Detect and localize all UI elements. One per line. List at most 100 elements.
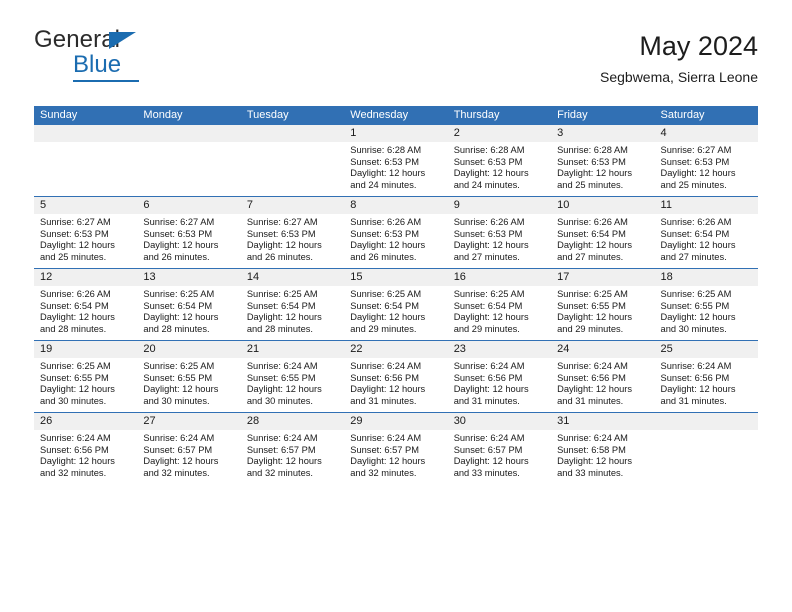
page-subtitle: Segbwema, Sierra Leone [600, 69, 758, 85]
day-cell[interactable]: 14 Sunrise: 6:25 AM Sunset: 6:54 PM Dayligh… [240, 269, 345, 340]
day-detail-line: and 32 minutes. [246, 467, 313, 478]
day-cell[interactable]: 31 Sunrise: 6:24 AM Sunset: 6:58 PM Dayligh… [551, 413, 655, 484]
day-detail-line: Sunset: 6:56 PM [453, 372, 523, 383]
day-detail-line: and 27 minutes. [557, 251, 624, 262]
day-detail-line: Sunrise: 6:26 AM [350, 217, 422, 227]
day-cell[interactable]: 27 Sunrise: 6:24 AM Sunset: 6:57 PM Dayligh… [137, 413, 241, 484]
day-number: 30 [447, 413, 552, 430]
day-number: 4 [654, 125, 758, 142]
day-details: Sunrise: 6:25 AM Sunset: 6:54 PM Daylight:… [137, 286, 240, 339]
day-cell[interactable]: 11 Sunrise: 6:26 AM Sunset: 6:54 PM Dayligh… [654, 197, 758, 268]
day-detail-line: Sunrise: 6:25 AM [453, 289, 525, 299]
day-cell[interactable]: 29 Sunrise: 6:24 AM Sunset: 6:57 PM Dayligh… [344, 413, 448, 484]
day-detail-line: Sunrise: 6:26 AM [453, 217, 525, 227]
day-detail-line: Sunrise: 6:26 AM [40, 289, 111, 299]
day-detail-line: Sunset: 6:54 PM [40, 300, 109, 311]
day-cell-empty [654, 413, 758, 484]
day-detail-line: Daylight: 12 hours [453, 240, 529, 251]
day-detail-line: and 27 minutes. [660, 251, 727, 262]
day-details: Sunrise: 6:25 AM Sunset: 6:54 PM Daylight:… [448, 286, 551, 339]
day-cell[interactable]: 1 Sunrise: 6:28 AM Sunset: 6:53 PM Daylight… [344, 125, 448, 196]
day-cell[interactable]: 20 Sunrise: 6:25 AM Sunset: 6:55 PM Dayligh… [137, 341, 241, 412]
calendar-week-row: 1 Sunrise: 6:28 AM Sunset: 6:53 PM Daylight… [34, 125, 758, 196]
day-detail-line: Sunrise: 6:28 AM [453, 145, 525, 155]
day-detail-line: Sunrise: 6:26 AM [660, 217, 732, 227]
day-number: 22 [344, 341, 448, 358]
day-cell[interactable]: 23 Sunrise: 6:24 AM Sunset: 6:56 PM Dayligh… [447, 341, 552, 412]
day-detail-line: Daylight: 12 hours [40, 384, 115, 395]
day-detail-line: Daylight: 12 hours [246, 312, 322, 323]
day-detail-line: Sunrise: 6:25 AM [143, 289, 215, 299]
day-number: 24 [551, 341, 655, 358]
day-detail-line: Sunset: 6:54 PM [246, 300, 316, 311]
weekday-header-friday: Friday [557, 109, 588, 121]
day-detail-line: Daylight: 12 hours [143, 240, 219, 251]
day-details: Sunrise: 6:24 AM Sunset: 6:57 PM Daylight:… [241, 430, 344, 483]
day-cell[interactable]: 15 Sunrise: 6:25 AM Sunset: 6:54 PM Dayligh… [344, 269, 448, 340]
day-cell[interactable]: 22 Sunrise: 6:24 AM Sunset: 6:56 PM Dayligh… [344, 341, 448, 412]
day-details: Sunrise: 6:24 AM Sunset: 6:56 PM Daylight:… [655, 358, 758, 411]
day-cell[interactable]: 2 Sunrise: 6:28 AM Sunset: 6:53 PM Daylight… [447, 125, 552, 196]
day-detail-line: Sunrise: 6:25 AM [350, 289, 422, 299]
day-number: 27 [137, 413, 241, 430]
day-cell[interactable]: 26 Sunrise: 6:24 AM Sunset: 6:56 PM Dayligh… [34, 413, 138, 484]
day-details: Sunrise: 6:28 AM Sunset: 6:53 PM Daylight:… [344, 142, 447, 195]
day-cell[interactable]: 6 Sunrise: 6:27 AM Sunset: 6:53 PM Daylight… [137, 197, 241, 268]
day-number: 18 [654, 269, 758, 286]
day-number: 16 [447, 269, 552, 286]
day-cell[interactable]: 5 Sunrise: 6:27 AM Sunset: 6:53 PM Daylight… [34, 197, 138, 268]
day-detail-line: and 32 minutes. [350, 467, 417, 478]
calendar-weeks: 1 Sunrise: 6:28 AM Sunset: 6:53 PM Daylight… [34, 125, 758, 484]
day-cell-empty [240, 125, 345, 196]
day-detail-line: Daylight: 12 hours [40, 312, 115, 323]
day-cell[interactable]: 17 Sunrise: 6:25 AM Sunset: 6:55 PM Dayligh… [551, 269, 655, 340]
day-number: 5 [34, 197, 138, 214]
day-number: 9 [447, 197, 552, 214]
calendar-week-row: 12 Sunrise: 6:26 AM Sunset: 6:54 PM Dayligh… [34, 268, 758, 340]
day-cell[interactable]: 30 Sunrise: 6:24 AM Sunset: 6:57 PM Dayligh… [447, 413, 552, 484]
day-number: 3 [551, 125, 655, 142]
day-detail-line: Sunset: 6:54 PM [143, 300, 213, 311]
day-detail-line: Sunrise: 6:24 AM [557, 433, 628, 443]
day-cell[interactable]: 8 Sunrise: 6:26 AM Sunset: 6:53 PM Daylight… [344, 197, 448, 268]
day-detail-line: Daylight: 12 hours [660, 240, 736, 251]
day-detail-line: Sunrise: 6:25 AM [40, 361, 111, 371]
calendar-grid: Sunday Monday Tuesday Wednesday Thursday Frid… [34, 106, 758, 484]
day-detail-line: and 30 minutes. [143, 395, 210, 406]
day-cell[interactable]: 25 Sunrise: 6:24 AM Sunset: 6:56 PM Dayligh… [654, 341, 758, 412]
day-number [240, 125, 345, 142]
day-cell[interactable]: 7 Sunrise: 6:27 AM Sunset: 6:53 PM Daylight… [240, 197, 345, 268]
day-cell[interactable]: 18 Sunrise: 6:25 AM Sunset: 6:55 PM Dayligh… [654, 269, 758, 340]
day-detail-line: and 31 minutes. [453, 395, 520, 406]
day-cell[interactable]: 4 Sunrise: 6:27 AM Sunset: 6:53 PM Daylight… [654, 125, 758, 196]
day-detail-line: and 33 minutes. [557, 467, 624, 478]
day-cell[interactable]: 28 Sunrise: 6:24 AM Sunset: 6:57 PM Dayligh… [240, 413, 345, 484]
day-details: Sunrise: 6:24 AM Sunset: 6:57 PM Daylight:… [137, 430, 240, 483]
day-cell[interactable]: 16 Sunrise: 6:25 AM Sunset: 6:54 PM Dayligh… [447, 269, 552, 340]
day-detail-line: Sunrise: 6:27 AM [660, 145, 732, 155]
day-detail-line: Sunset: 6:57 PM [350, 444, 419, 455]
day-detail-line: and 29 minutes. [557, 323, 624, 334]
day-cell[interactable]: 21 Sunrise: 6:24 AM Sunset: 6:55 PM Dayligh… [240, 341, 345, 412]
day-cell[interactable]: 3 Sunrise: 6:28 AM Sunset: 6:53 PM Daylight… [551, 125, 655, 196]
weekday-header-wednesday: Wednesday [350, 109, 409, 121]
day-detail-line: Sunset: 6:53 PM [453, 156, 523, 167]
day-cell[interactable]: 19 Sunrise: 6:25 AM Sunset: 6:55 PM Dayligh… [34, 341, 138, 412]
title-block: May 2024 Segbwema, Sierra Leone [600, 28, 758, 88]
day-detail-line: and 28 minutes. [143, 323, 210, 334]
day-detail-line: Sunset: 6:56 PM [660, 372, 730, 383]
day-detail-line: Daylight: 12 hours [40, 240, 115, 251]
day-detail-line: and 31 minutes. [350, 395, 417, 406]
day-detail-line: Sunset: 6:57 PM [246, 444, 316, 455]
day-detail-line: and 24 minutes. [350, 179, 417, 190]
day-cell[interactable]: 24 Sunrise: 6:24 AM Sunset: 6:56 PM Dayligh… [551, 341, 655, 412]
day-number: 28 [240, 413, 345, 430]
day-cell[interactable]: 10 Sunrise: 6:26 AM Sunset: 6:54 PM Dayligh… [551, 197, 655, 268]
day-detail-line: Sunset: 6:54 PM [557, 228, 626, 239]
day-cell[interactable]: 9 Sunrise: 6:26 AM Sunset: 6:53 PM Daylight… [447, 197, 552, 268]
day-detail-line: Sunrise: 6:28 AM [557, 145, 628, 155]
day-cell[interactable]: 13 Sunrise: 6:25 AM Sunset: 6:54 PM Dayligh… [137, 269, 241, 340]
day-cell[interactable]: 12 Sunrise: 6:26 AM Sunset: 6:54 PM Dayligh… [34, 269, 138, 340]
day-detail-line: Sunrise: 6:26 AM [557, 217, 628, 227]
day-detail-line: Daylight: 12 hours [143, 456, 219, 467]
